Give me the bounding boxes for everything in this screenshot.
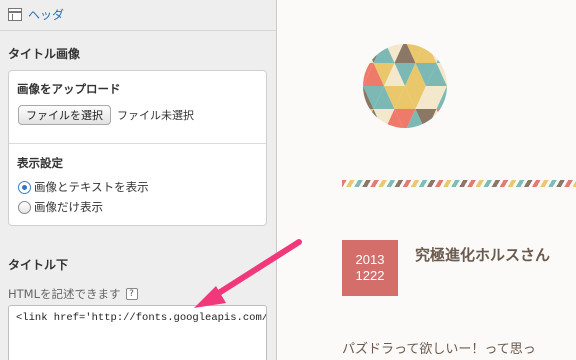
header-layout-icon: [8, 8, 22, 21]
radio-option-image-and-text[interactable]: 画像とテキストを表示: [18, 179, 149, 195]
title-image-heading: タイトル画像: [8, 47, 81, 61]
radio-label: 画像だけ表示: [34, 200, 103, 214]
file-upload-row: ファイルを選択 ファイル未選択: [18, 105, 194, 125]
settings-panel: ヘッダ タイトル画像 画像をアップロード ファイルを選択 ファイル未選択 表示設…: [0, 0, 277, 360]
post-date-badge: 2013 1222: [342, 240, 398, 296]
blog-preview: 2013 1222 究極進化ホルスさん パズドラって欲しいー！って思っ: [278, 0, 576, 360]
html-note-text: HTMLを記述できます: [8, 287, 121, 301]
display-settings-heading: 表示設定: [17, 156, 63, 170]
title-under-heading: タイトル下: [8, 258, 69, 272]
html-note-row: HTMLを記述できます ?: [8, 286, 138, 302]
radio-option-image-only[interactable]: 画像だけ表示: [18, 199, 103, 215]
post-date-year: 2013: [355, 252, 385, 267]
title-under-html-textarea[interactable]: <link href='http://fonts.googleapis.com/…: [8, 305, 267, 360]
header-section-link[interactable]: ヘッダ: [8, 6, 64, 23]
card-divider: [9, 143, 266, 144]
post-date-monthday: 1222: [355, 268, 385, 283]
decorative-stripe-divider: [342, 180, 576, 187]
choose-file-button[interactable]: ファイルを選択: [18, 105, 111, 125]
blog-logo: [363, 44, 447, 128]
upload-heading: 画像をアップロード: [17, 82, 121, 96]
file-status-text: ファイル未選択: [117, 109, 194, 122]
post-excerpt: パズドラって欲しいー！って思っ: [342, 342, 536, 357]
divider: [0, 30, 277, 31]
post-title-link[interactable]: 究極進化ホルスさん: [415, 244, 550, 265]
radio-label: 画像とテキストを表示: [34, 180, 149, 194]
help-question-icon[interactable]: ?: [125, 288, 138, 300]
header-link-label[interactable]: ヘッダ: [28, 6, 64, 23]
radio-button-checked[interactable]: [18, 180, 31, 194]
radio-button[interactable]: [18, 200, 31, 214]
title-image-card: 画像をアップロード ファイルを選択 ファイル未選択 表示設定 画像とテキストを表…: [8, 70, 267, 226]
